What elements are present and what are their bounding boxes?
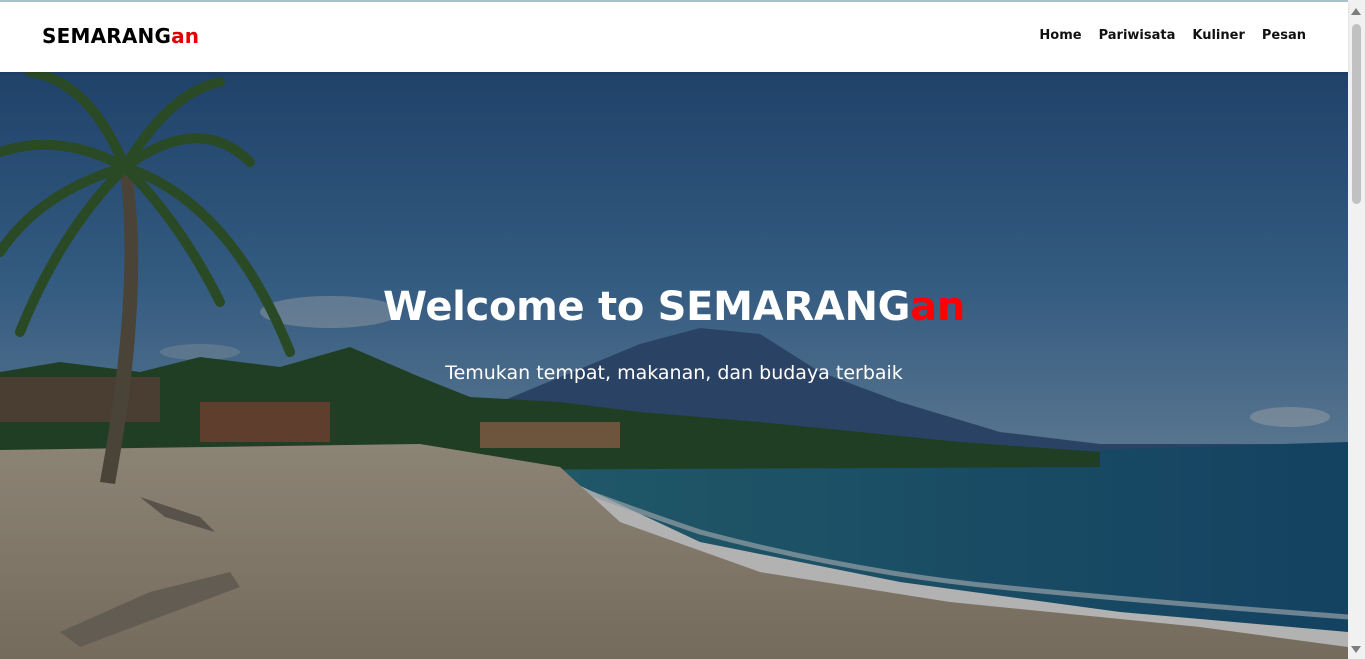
vertical-scrollbar[interactable] [1348, 0, 1365, 659]
hero-title: Welcome to SEMARANGan [0, 284, 1348, 330]
hero-section: Welcome to SEMARANGan Temukan tempat, ma… [0, 72, 1348, 659]
nav-link-pesan[interactable]: Pesan [1262, 28, 1306, 43]
navbar: SEMARANGan Home Pariwisata Kuliner Pesan [0, 2, 1348, 72]
scroll-down-arrow-icon[interactable] [1351, 646, 1361, 653]
nav-link-kuliner[interactable]: Kuliner [1192, 28, 1245, 43]
brand-logo[interactable]: SEMARANGan [42, 24, 199, 48]
brand-prefix: SEMARANG [42, 24, 172, 48]
hero-title-suffix: an [910, 284, 966, 330]
hero-title-prefix: Welcome to SEMARANG [382, 284, 911, 330]
scrollbar-thumb[interactable] [1352, 24, 1361, 204]
scroll-up-arrow-icon[interactable] [1351, 8, 1361, 15]
main-nav: Home Pariwisata Kuliner Pesan [1039, 28, 1306, 43]
nav-link-home[interactable]: Home [1039, 28, 1081, 43]
hero-subtitle: Temukan tempat, makanan, dan budaya terb… [445, 362, 903, 384]
brand-suffix: an [171, 24, 200, 48]
nav-link-pariwisata[interactable]: Pariwisata [1099, 28, 1176, 43]
